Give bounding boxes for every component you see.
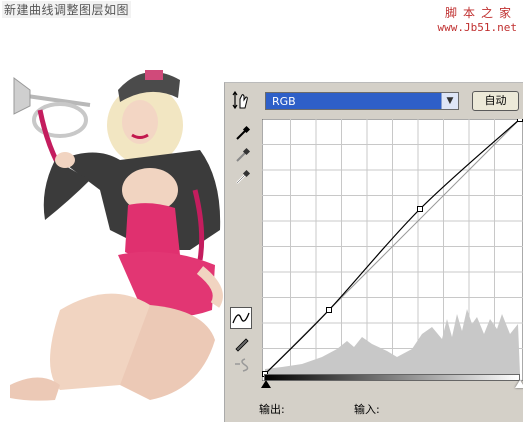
gray-eyedropper-icon[interactable] bbox=[231, 145, 253, 167]
curve-control-point[interactable] bbox=[326, 307, 332, 313]
watermark: 脚本之家 www.Jb51.net bbox=[438, 4, 517, 34]
curves-graph[interactable] bbox=[262, 119, 523, 381]
output-label: 输出: bbox=[259, 403, 285, 416]
black-eyedropper-icon[interactable] bbox=[231, 123, 253, 145]
channel-select[interactable]: RGB ▼ bbox=[265, 92, 459, 110]
chevron-down-icon[interactable]: ▼ bbox=[441, 93, 458, 109]
pencil-icon[interactable] bbox=[231, 332, 253, 354]
watermark-url: www.Jb51.net bbox=[437, 21, 517, 34]
auto-button[interactable]: 自动 bbox=[472, 91, 519, 111]
smooth-icon[interactable] bbox=[231, 353, 253, 375]
curve-control-point[interactable] bbox=[517, 119, 523, 122]
curve-tool-icon[interactable] bbox=[230, 307, 252, 329]
white-eyedropper-icon[interactable] bbox=[231, 167, 253, 189]
black-point-slider[interactable] bbox=[261, 380, 271, 388]
curve-control-point[interactable] bbox=[417, 206, 423, 212]
white-point-slider[interactable] bbox=[515, 380, 523, 388]
adjust-channel-icon[interactable] bbox=[231, 91, 251, 111]
input-label: 输入: bbox=[354, 403, 380, 416]
curves-panel: RGB ▼ 自动 输出: 输入: bbox=[224, 82, 523, 422]
channel-value: RGB bbox=[272, 95, 296, 108]
watermark-title: 脚本之家 bbox=[444, 6, 517, 20]
page-caption: 新建曲线调整图层如图 bbox=[2, 1, 132, 18]
input-gradient-bar bbox=[264, 374, 520, 381]
photo-woman-with-bugle bbox=[10, 70, 223, 401]
